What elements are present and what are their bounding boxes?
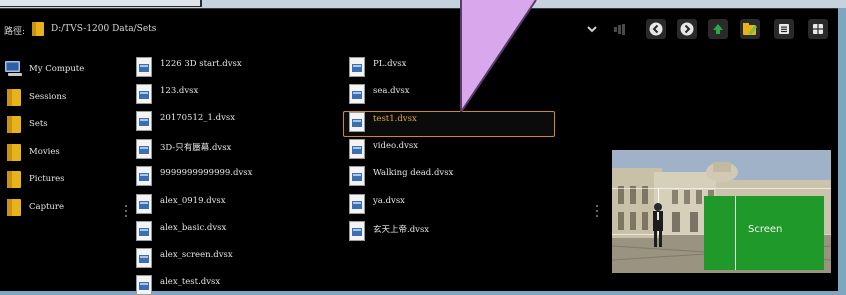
sidebar-item-label: My Compute [29,64,85,74]
file-item[interactable]: 123.dvsx [136,84,326,104]
sidebar-item-label: Pictures [29,174,65,184]
file-name: Walking dead.dvsx [373,168,454,178]
grid-view-icon [813,24,823,34]
dvsx-file-icon [136,84,152,104]
file-item[interactable]: ya.dvsx [349,194,549,214]
sidebar-item-sessions[interactable]: Sessions [4,88,114,108]
sidebar-item-label: Capture [29,202,64,212]
audio-button[interactable] [610,19,630,39]
file-name: 玄天上帝.dvsx [373,225,430,235]
dvsx-file-icon [349,166,365,186]
file-name: test1.dvsx [373,114,417,124]
file-name: sea.dvsx [373,86,410,96]
dvsx-file-icon [349,139,365,159]
file-name: ya.dvsx [373,196,405,206]
dvsx-file-icon [136,111,152,131]
column-splitter[interactable] [596,205,598,219]
folder-icon [7,171,21,188]
column-splitter[interactable] [125,205,127,219]
file-name: alex_test.dvsx [160,277,221,287]
sidebar-item-label: Sessions [29,92,67,102]
file-name: alex_0919.dvsx [160,196,226,206]
sidebar-item-movies[interactable]: Movies [4,143,114,163]
computer-icon [5,61,22,76]
path-bar: 路徑: D:/TVS-1200 Data/Sets [0,9,838,49]
file-item[interactable]: Walking dead.dvsx [349,166,549,186]
dvsx-file-icon [349,57,365,77]
folder-icon [32,22,44,36]
set-preview-thumbnail: Screen [612,150,831,273]
dvsx-file-icon [136,139,152,159]
folder-edit-button[interactable] [740,19,760,39]
dvsx-file-icon [136,248,152,268]
file-name: PL.dvsx [373,59,407,69]
file-item[interactable]: alex_basic.dvsx [136,221,326,241]
file-name: 20170512_1.dvsx [160,113,236,123]
screen-divider [735,196,736,270]
file-item[interactable]: 3D-只有蜃幕.dvsx [136,139,326,159]
sidebar-item-label: Sets [29,119,48,129]
path-text[interactable]: D:/TVS-1200 Data/Sets [51,24,156,34]
file-name: 3D-只有蜃幕.dvsx [160,143,232,153]
file-name: alex_basic.dvsx [160,223,227,233]
file-item[interactable]: alex_0919.dvsx [136,194,326,214]
sidebar-item-pictures[interactable]: Pictures [4,170,114,190]
file-name: 123.dvsx [160,86,199,96]
screen-label: Screen [748,224,783,235]
audio-icon [614,24,625,35]
file-item[interactable]: alex_screen.dvsx [136,248,326,268]
folder-icon [7,89,21,106]
callout-arrow [460,0,537,112]
back-button[interactable] [646,19,666,39]
sidebar-item-sets[interactable]: Sets [4,115,114,135]
file-item[interactable]: 9999999999999.dvsx [136,166,326,186]
dvsx-file-icon [136,194,152,214]
folder-edit-icon [743,23,757,35]
list-view-icon [779,24,789,34]
dvsx-file-icon [136,221,152,241]
forward-button[interactable] [677,19,697,39]
forward-icon [680,22,694,36]
grid-view-button[interactable] [808,19,828,39]
dvsx-file-icon [349,84,365,104]
sidebar-item-my-computer[interactable]: My Compute [4,60,114,80]
sidebar-item-capture[interactable]: Capture [4,198,114,218]
path-label: 路徑: [4,27,26,37]
folder-icon [7,116,21,133]
folder-icon [7,144,21,161]
dvsx-file-icon [349,194,365,214]
file-name: video.dvsx [373,141,419,151]
folder-icon [7,199,21,216]
up-icon [713,24,723,34]
up-button[interactable] [708,19,728,39]
file-browser-window: 路徑: D:/TVS-1200 Data/Sets My Compute Ses… [0,8,838,295]
file-item[interactable]: 20170512_1.dvsx [136,111,326,131]
file-item-selected[interactable]: test1.dvsx [349,112,549,132]
file-name: 9999999999999.dvsx [160,168,253,178]
file-item[interactable]: video.dvsx [349,139,549,159]
sidebar-item-label: Movies [29,147,60,157]
top-frame [0,0,846,8]
dvsx-file-icon [136,166,152,186]
dvsx-file-icon [349,112,365,132]
dvsx-file-icon [136,275,152,295]
dvsx-file-icon [349,221,365,241]
list-view-button[interactable] [774,19,794,39]
file-item[interactable]: alex_test.dvsx [136,275,326,295]
top-tab [0,0,202,7]
dvsx-file-icon [136,57,152,77]
chevron-down-icon[interactable] [585,22,599,36]
back-icon [649,22,663,36]
file-item[interactable]: 1226 3D start.dvsx [136,57,326,77]
file-name: 1226 3D start.dvsx [160,59,242,69]
file-item[interactable]: 玄天上帝.dvsx [349,221,549,241]
file-name: alex_screen.dvsx [160,250,233,260]
